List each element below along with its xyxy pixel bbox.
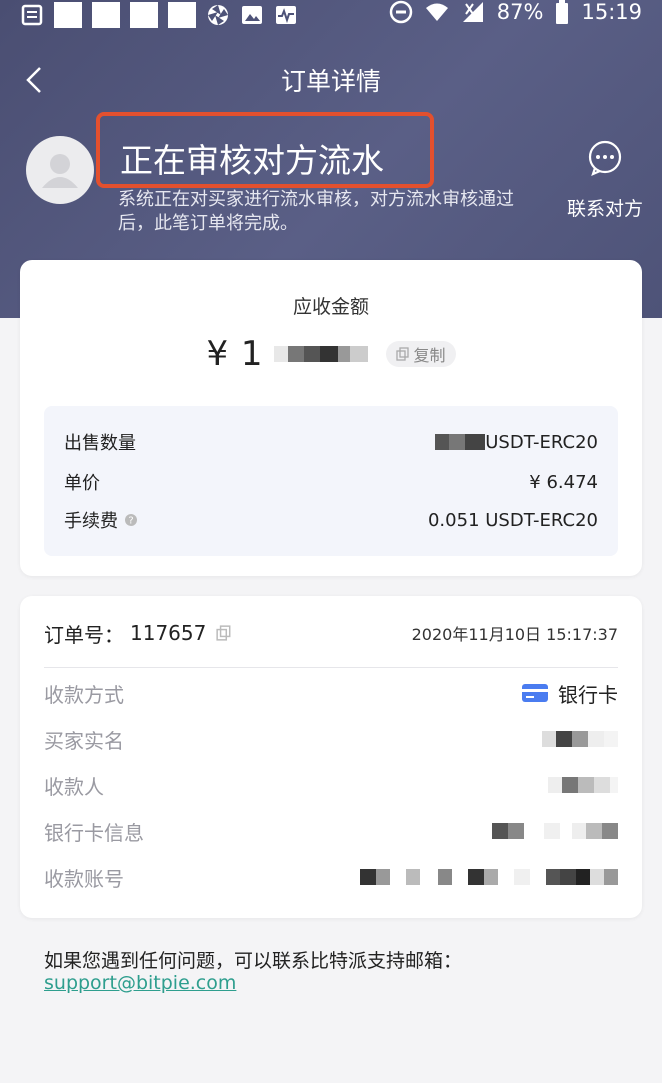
redacted-payee xyxy=(548,777,618,793)
unit-price-value: ¥ 6.474 xyxy=(529,471,598,493)
bank-card-icon xyxy=(522,684,548,702)
copy-amount-button[interactable]: 复制 xyxy=(385,341,456,367)
redacted-notification-icon xyxy=(92,2,120,28)
image-icon xyxy=(242,6,262,24)
clock-time: 15:19 xyxy=(581,0,642,24)
payee-label: 收款人 xyxy=(44,774,104,799)
copy-order-number-icon[interactable] xyxy=(216,625,232,641)
nav-bar: 订单详情 xyxy=(0,56,662,102)
battery-icon xyxy=(556,0,569,24)
bank-info-row: 银行卡信息 xyxy=(44,816,618,846)
contact-counterparty-button[interactable]: 联系对方 xyxy=(562,140,648,221)
bank-info-label: 银行卡信息 xyxy=(44,820,144,845)
fee-value: 0.051 USDT-ERC20 xyxy=(427,509,598,531)
order-detail-card: 订单号： 117657 2020年11月10日 15:17:37 收款方式 银行… xyxy=(20,596,642,918)
amount-value: ¥ 1 xyxy=(206,334,264,374)
payment-method-row: 收款方式 银行卡 xyxy=(44,678,618,708)
wifi-icon xyxy=(425,3,448,21)
divider xyxy=(44,667,618,668)
redacted-notification-icon xyxy=(168,2,196,28)
battery-percent: 87% xyxy=(496,0,544,24)
copy-icon xyxy=(395,347,409,361)
redacted-amount xyxy=(273,346,368,362)
highlight-box: 正在审核对方流水 xyxy=(96,112,434,188)
order-number-label: 订单号： xyxy=(44,622,124,647)
order-number: 117657 xyxy=(130,621,207,645)
redacted-quantity xyxy=(435,434,486,450)
redacted-buyer-name xyxy=(542,731,618,747)
payee-row: 收款人 xyxy=(44,770,618,800)
redacted-account-number xyxy=(360,869,618,885)
redacted-bank-info xyxy=(492,823,618,839)
help-text: 如果您遇到任何问题，可以联系比特派支持邮箱： xyxy=(44,950,463,972)
sell-quantity-label: 出售数量 xyxy=(64,433,136,454)
unit-price-label: 单价 xyxy=(64,473,100,494)
order-date: 2020年11月10日 15:17:37 xyxy=(411,625,618,644)
svg-text:?: ? xyxy=(128,516,133,527)
do-not-disturb-icon xyxy=(389,0,413,24)
redacted-notification-icon xyxy=(130,2,158,28)
support-email-link[interactable]: support@bitpie.com xyxy=(44,972,236,994)
copy-label: 复制 xyxy=(413,346,446,365)
help-question-icon[interactable]: ? xyxy=(124,513,138,527)
contact-label: 联系对方 xyxy=(566,198,643,220)
trade-info-box: 出售数量 USDT-ERC20 单价 ¥ 6.474 手续费 ? 0.051 U… xyxy=(44,406,618,556)
account-number-row: 收款账号 xyxy=(44,862,618,892)
fee-row: 手续费 ? 0.051 USDT-ERC20 xyxy=(64,506,598,534)
signal-icon xyxy=(462,2,483,22)
activity-icon xyxy=(276,6,296,24)
status-bar: 87% 15:19 xyxy=(0,0,662,34)
sell-quantity-value: USDT-ERC20 xyxy=(485,431,598,453)
fee-label: 手续费 xyxy=(64,511,118,532)
chat-bubble-icon xyxy=(588,140,622,176)
notification-app-icon xyxy=(21,4,43,26)
account-number-label: 收款账号 xyxy=(44,866,124,891)
buyer-name-row: 买家实名 xyxy=(44,724,618,754)
payment-method-label: 收款方式 xyxy=(44,682,124,707)
order-status-description: 系统正在对买家进行流水审核，对方流水审核通过后，此笔订单将完成。 xyxy=(118,189,514,234)
page-title: 订单详情 xyxy=(280,67,381,96)
buyer-name-label: 买家实名 xyxy=(44,728,124,753)
sell-quantity-row: 出售数量 USDT-ERC20 xyxy=(64,428,598,456)
amount-label: 应收金额 xyxy=(292,296,369,318)
redacted-notification-icon xyxy=(54,2,82,28)
aperture-icon xyxy=(208,5,228,25)
avatar xyxy=(26,136,94,204)
amount-card: 应收金额 ¥ 1 复制 出售数量 USDT-ERC20 单价 ¥ 6.474 手… xyxy=(20,260,642,576)
user-silhouette-icon xyxy=(42,154,78,188)
unit-price-row: 单价 ¥ 6.474 xyxy=(64,468,598,496)
payment-method-value: 银行卡 xyxy=(558,682,618,707)
order-status-title: 正在审核对方流水 xyxy=(120,141,384,180)
